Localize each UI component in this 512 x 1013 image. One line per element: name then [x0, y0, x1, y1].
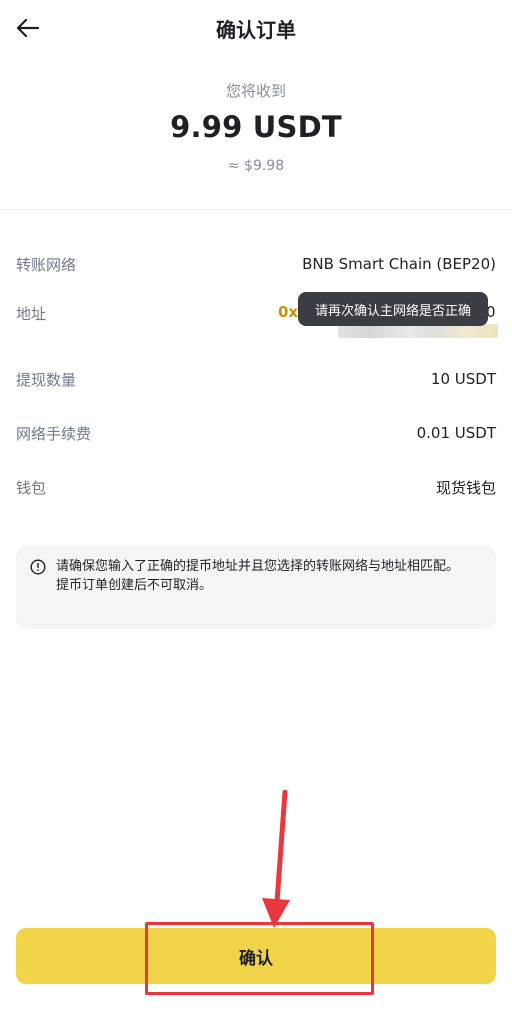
network-tooltip: 请再次确认主网络是否正确	[298, 292, 488, 326]
amount-row: 提现数量 10 USDT	[16, 364, 496, 394]
pointer-arrow-icon	[262, 790, 290, 928]
receive-amount: 9.99 USDT	[170, 110, 342, 144]
info-circle-icon	[30, 559, 46, 575]
amount-label: 提现数量	[16, 370, 77, 389]
receive-label: 您将收到	[225, 82, 286, 100]
receive-fiat-value: ≈ $9.98	[227, 158, 285, 174]
confirm-button[interactable]: 确认	[16, 928, 496, 984]
address-label: 地址	[16, 304, 47, 323]
address-redacted	[338, 324, 498, 338]
notice-text: 请确保您输入了正确的提币地址并且您选择的转账网络与地址相匹配。	[56, 559, 460, 574]
fee-value: 0.01 USDT	[416, 424, 496, 442]
fee-label: 网络手续费	[16, 424, 92, 443]
wallet-row: 钱包 现货钱包	[16, 472, 496, 502]
network-value: BNB Smart Chain (BEP20)	[302, 255, 496, 273]
address-prefix: 0x	[278, 303, 299, 321]
amount-value: 10 USDT	[430, 370, 496, 388]
wallet-label: 钱包	[16, 478, 47, 497]
network-label: 转账网络	[16, 255, 77, 274]
notice-box: 请确保您输入了正确的提币地址并且您选择的转账网络与地址相匹配。 提币订单创建后不…	[16, 545, 496, 629]
network-row: 转账网络 BNB Smart Chain (BEP20)	[16, 249, 496, 279]
notice-text-cancel: 提币订单创建后不可取消。	[56, 578, 213, 593]
wallet-value: 现货钱包	[435, 478, 496, 497]
fee-row: 网络手续费 0.01 USDT	[16, 418, 496, 448]
header: 确认订单	[0, 0, 512, 56]
page-title: 确认订单	[216, 18, 296, 42]
divider	[0, 209, 512, 210]
